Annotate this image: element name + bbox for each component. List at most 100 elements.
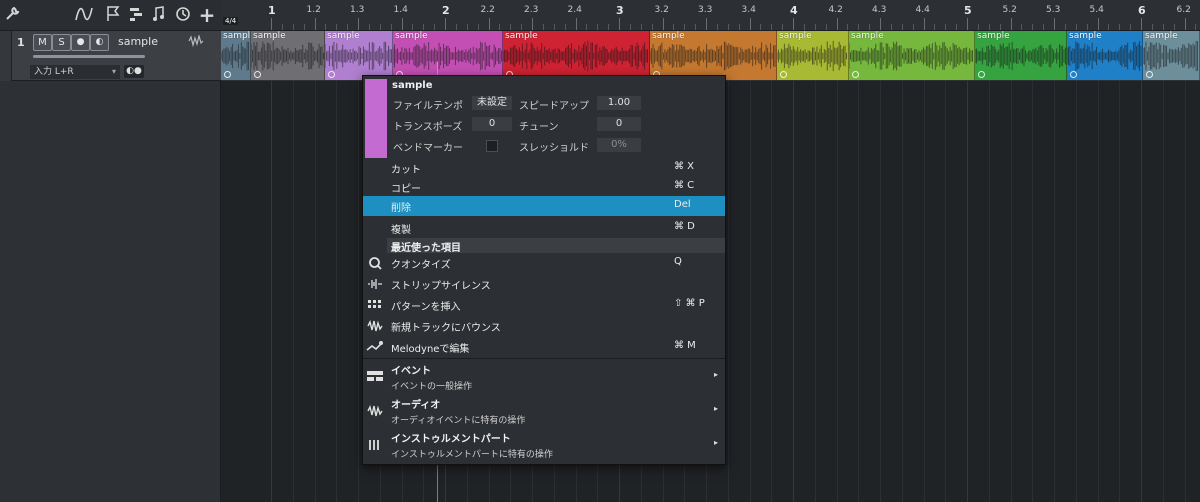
menu-item-melodyne[interactable]: Melodyneで編集 ⌘ M [363,337,725,357]
menu-item-label: パターンを挿入 [391,302,461,313]
ruler-label: 5 [964,4,972,17]
tempo-icon[interactable] [174,6,192,24]
menu-item-delete[interactable]: 削除 Del [363,196,725,216]
audio-event[interactable]: sample [503,31,650,80]
ruler-subtick [1195,24,1197,30]
fade-handle-icon[interactable] [1070,71,1077,78]
menu-item-insert-pattern[interactable]: パターンを挿入 ⇧ ⌘ P [363,295,725,315]
audio-event[interactable]: sample [325,31,393,80]
marker-flag-icon[interactable] [104,6,122,24]
transpose-value[interactable]: 0 [472,117,512,131]
grid-line [858,81,860,502]
threshold-value[interactable]: 0% [597,138,641,152]
fade-handle-icon[interactable] [328,71,335,78]
menu-item-bounce[interactable]: 新規トラックにバウンス [363,316,725,336]
track-toolbar: + [0,0,221,31]
audio-event[interactable]: sample [393,31,503,80]
ruler-subtick [542,24,544,30]
ruler-subtick [695,24,697,30]
ruler-subtick [521,24,523,30]
file-tempo-label: ファイルテンポ [393,101,463,112]
submenu-instrument-part[interactable]: インストゥルメントパート インストゥルメントパートに特有の操作 ▸ [363,428,725,462]
waveform [650,41,776,71]
fade-handle-icon[interactable] [224,71,231,78]
record-arm-button[interactable]: ● [71,34,90,51]
submenu-audio[interactable]: オーディオ オーディオイベントに特有の操作 ▸ [363,394,725,428]
ruler-subtick [782,24,784,30]
time-signature[interactable]: 4/4 [223,17,239,25]
ruler-subtick [1043,24,1045,30]
audio-event[interactable]: sample [1067,31,1143,80]
fade-handle-icon[interactable] [1146,71,1153,78]
waveform-meter-icon [188,33,204,50]
ruler-subtick [651,24,653,30]
bend-marker-checkbox[interactable] [486,140,498,152]
monitor-button[interactable]: ◐ [90,34,109,51]
ruler-tick [445,18,446,30]
audio-event[interactable]: sample [975,31,1067,80]
submenu-title: オーディオ [391,400,441,411]
ruler-subtick [434,24,436,30]
speedup-value[interactable]: 1.00 [597,96,641,110]
ruler-subtick [608,24,610,30]
menu-item-copy[interactable]: コピー ⌘ C [363,177,725,197]
audio-event[interactable]: sample [650,31,777,80]
grid-line [793,81,794,502]
audio-event[interactable]: sample [251,31,325,80]
audio-event[interactable]: sample [849,31,975,80]
menu-item-duplicate[interactable]: 複製 ⌘ D [363,218,725,238]
automation-icon[interactable] [75,6,93,24]
grid-line [1141,81,1142,502]
track-header[interactable]: 1 M S ● ◐ sample 入力 L+R ▾ ◐● [12,31,221,81]
chevron-right-icon: ▸ [714,370,719,379]
menu-item-quantize[interactable]: クオンタイズ Q [363,253,725,273]
ruler-subtick [1151,24,1153,30]
menu-item-label: 複製 [391,225,411,236]
ruler-subtick [510,24,512,30]
audio-event[interactable]: sample [777,31,849,80]
submenu-description: イベントの一般操作 [391,382,473,392]
ruler-tick [1184,18,1186,30]
ruler-subtick [325,24,327,30]
studio-one-window: + 1 M S ● ◐ sample 入力 L+R ▾ ◐● 4/4 1 1.2 1… [0,0,1200,502]
file-tempo-value[interactable]: 未設定 [472,96,512,110]
quantize-icon [366,256,384,270]
waveform [975,41,1066,71]
fade-handle-icon[interactable] [852,71,859,78]
input-monitor-toggle[interactable]: ◐● [124,65,144,78]
ruler-subtick [1162,24,1164,30]
wrench-icon[interactable] [3,6,21,24]
fade-handle-icon[interactable] [254,71,261,78]
tune-label: チューン [519,122,559,133]
add-track-icon[interactable]: + [198,5,216,25]
ruler-subtick [292,24,294,30]
menu-item-shortcut: Del [674,199,691,210]
fade-handle-icon[interactable] [780,71,787,78]
track-name[interactable]: sample [118,35,158,48]
arranger-icon[interactable] [127,6,145,24]
tune-value[interactable]: 0 [597,117,641,131]
timeline-ruler[interactable]: 4/4 1 1.2 1.3 1.4 2 2.2 2.3 2.4 3 3.2 3.3 3.4 4 4.2 4.… [221,0,1200,31]
grid-line [1054,81,1055,502]
ruler-subtick [901,24,903,30]
event-icon [366,370,384,384]
ruler-subtick [738,24,740,30]
ruler-subtick [466,24,468,30]
ruler-subtick [564,24,566,30]
fade-handle-icon[interactable] [978,71,985,78]
ruler-subtick [847,24,849,30]
mute-button[interactable]: M [33,34,52,51]
track-lane[interactable]: samplesamplesamplesamplesamplesamplesamp… [221,31,1200,81]
submenu-event[interactable]: イベント イベントの一般操作 ▸ [363,360,725,394]
transpose-label: トランスポーズ [393,122,463,133]
ruler-label: 3.3 [698,5,713,15]
audio-event[interactable]: sample [221,31,251,80]
volume-fader[interactable] [33,55,145,58]
audio-event[interactable]: sample [1143,31,1200,80]
menu-item-strip-silence[interactable]: ストリップサイレンス [363,274,725,294]
score-icon[interactable] [150,6,168,24]
event-color-swatch[interactable] [365,79,387,158]
solo-button[interactable]: S [52,34,71,51]
menu-item-cut[interactable]: カット ⌘ X [363,158,725,178]
input-select[interactable]: 入力 L+R ▾ [30,65,120,79]
